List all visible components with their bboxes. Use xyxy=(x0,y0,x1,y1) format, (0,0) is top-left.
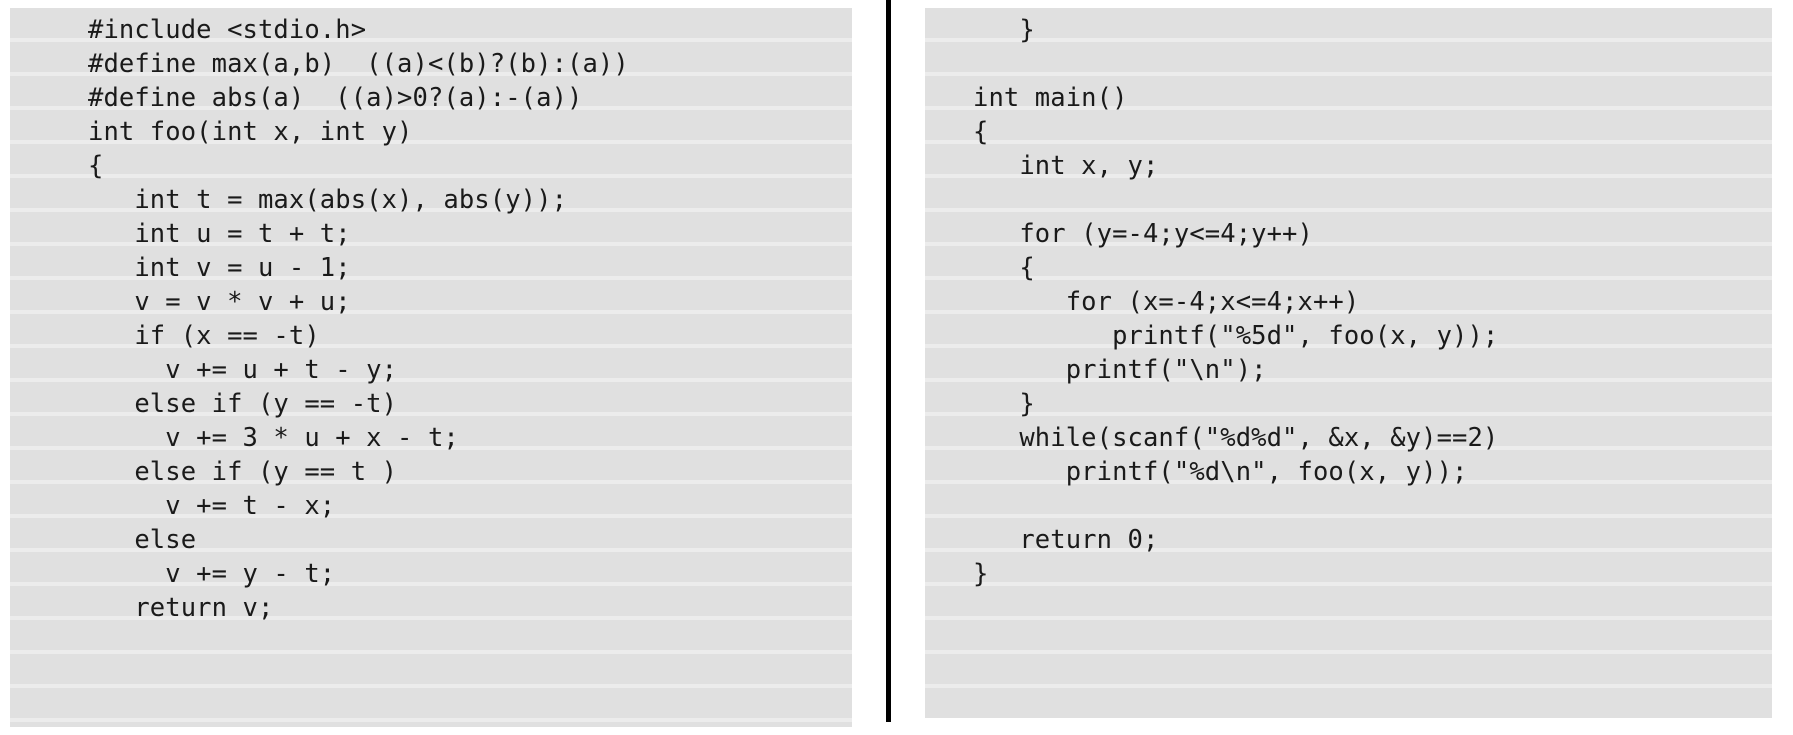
code-line: { xyxy=(973,117,989,147)
code-line: #define max(a,b) ((a)<(b)?(b):(a)) xyxy=(88,49,629,79)
code-line: return 0; xyxy=(973,525,1159,555)
code-line: int u = t + t; xyxy=(88,219,351,249)
code-line: for (y=-4;y<=4;y++) xyxy=(973,219,1313,249)
code-line: v += u + t - y; xyxy=(88,355,398,385)
right-code-line-list: } int main() { int x, y; for (y=-4;y<=4;… xyxy=(925,8,1772,591)
code-line: v += y - t; xyxy=(88,559,336,589)
code-line: v = v * v + u; xyxy=(88,287,351,317)
code-line: int t = max(abs(x), abs(y)); xyxy=(88,185,568,215)
code-line: else if (y == t ) xyxy=(88,457,398,487)
code-line: } xyxy=(973,559,989,589)
code-line: printf("\n"); xyxy=(973,355,1267,385)
code-line: #include <stdio.h> xyxy=(88,15,367,45)
code-line: #define abs(a) ((a)>0?(a):-(a)) xyxy=(88,83,583,113)
code-line: return v; xyxy=(88,593,274,623)
code-line: int v = u - 1; xyxy=(88,253,351,283)
code-line: else if (y == -t) xyxy=(88,389,398,419)
code-line: { xyxy=(973,253,1035,283)
left-code-line-list: #include <stdio.h> #define max(a,b) ((a)… xyxy=(10,8,852,625)
code-line: printf("%5d", foo(x, y)); xyxy=(973,321,1499,351)
code-line: int foo(int x, int y) xyxy=(88,117,413,147)
code-line: int x, y; xyxy=(973,151,1159,181)
code-line: else xyxy=(88,525,197,555)
code-line: v += t - x; xyxy=(88,491,336,521)
right-code-panel: } int main() { int x, y; for (y=-4;y<=4;… xyxy=(925,8,1772,718)
page-root: #include <stdio.h> #define max(a,b) ((a)… xyxy=(0,0,1793,735)
code-line: { xyxy=(88,151,104,181)
code-line: } xyxy=(973,15,1035,45)
column-divider xyxy=(886,0,891,722)
code-line: int main() xyxy=(973,83,1128,113)
code-line: } xyxy=(973,389,1035,419)
code-line: if (x == -t) xyxy=(88,321,320,351)
code-line: v += 3 * u + x - t; xyxy=(88,423,459,453)
left-code-panel: #include <stdio.h> #define max(a,b) ((a)… xyxy=(10,8,852,727)
code-line: for (x=-4;x<=4;x++) xyxy=(973,287,1360,317)
code-line: printf("%d\n", foo(x, y)); xyxy=(973,457,1468,487)
code-line: while(scanf("%d%d", &x, &y)==2) xyxy=(973,423,1499,453)
